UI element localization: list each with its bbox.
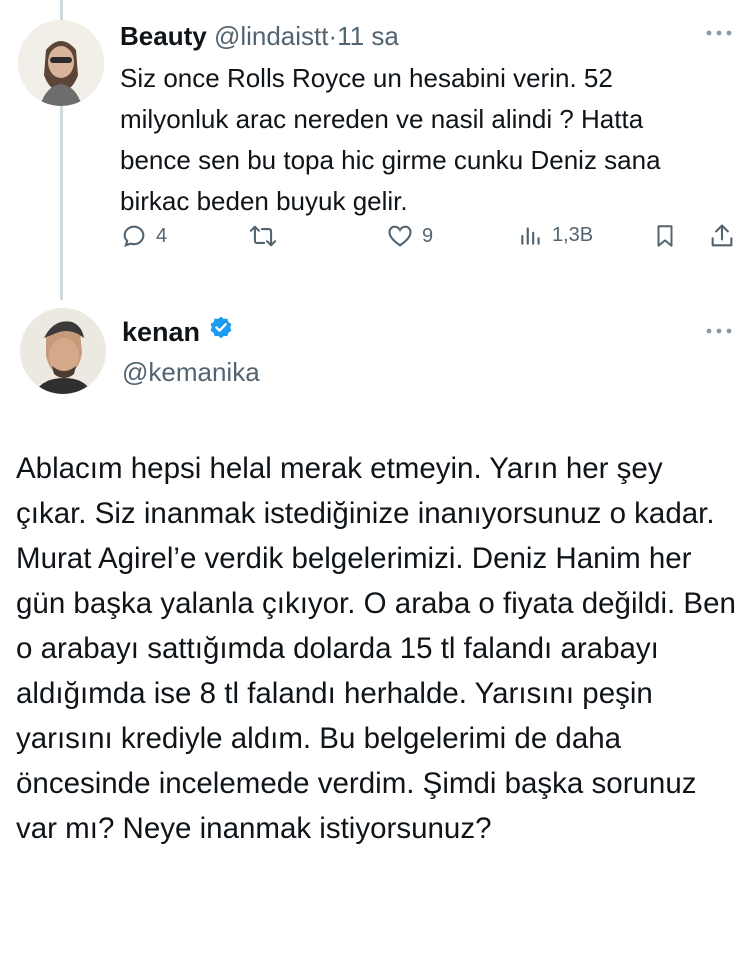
reply-more-icon[interactable] [704, 28, 734, 38]
reply-action-bar: 4 9 1,3B [120, 222, 740, 262]
reply-avatar[interactable] [18, 20, 104, 106]
like-button[interactable]: 9 [386, 222, 433, 250]
views-button[interactable]: 1,3B [518, 222, 593, 248]
like-icon [386, 222, 414, 250]
bookmark-button[interactable] [652, 222, 678, 250]
reply-time[interactable]: 11 sa [337, 21, 399, 51]
share-icon [708, 222, 736, 250]
share-button[interactable] [708, 222, 736, 250]
views-icon [518, 222, 544, 248]
reply-header: Beauty @lindaistt·11 sa [120, 18, 399, 54]
main-post-text: Ablacım hepsi helal merak etmeyin. Yarın… [16, 452, 736, 845]
main-more-icon[interactable] [704, 326, 734, 336]
verified-badge-icon [208, 314, 234, 350]
reply-separator: · [328, 21, 338, 51]
views-count: 1,3B [552, 223, 594, 246]
main-avatar[interactable] [20, 308, 106, 394]
main-handle[interactable]: @kemanika [122, 354, 260, 390]
bookmark-icon [652, 222, 678, 250]
reply-text: Siz once Rolls Royce un hesabini verin. … [120, 63, 661, 216]
retweet-icon [248, 222, 278, 250]
reply-count: 4 [156, 224, 168, 247]
reply-icon [120, 222, 148, 250]
main-display-name[interactable]: kenan [122, 314, 200, 350]
main-display-name-row: kenan [122, 314, 234, 350]
reply-handle[interactable]: @lindaistt [214, 21, 329, 51]
reply-display-name[interactable]: Beauty [120, 21, 207, 51]
retweet-button[interactable] [248, 222, 278, 250]
reply-button[interactable]: 4 [120, 222, 167, 250]
like-count: 9 [422, 224, 434, 247]
